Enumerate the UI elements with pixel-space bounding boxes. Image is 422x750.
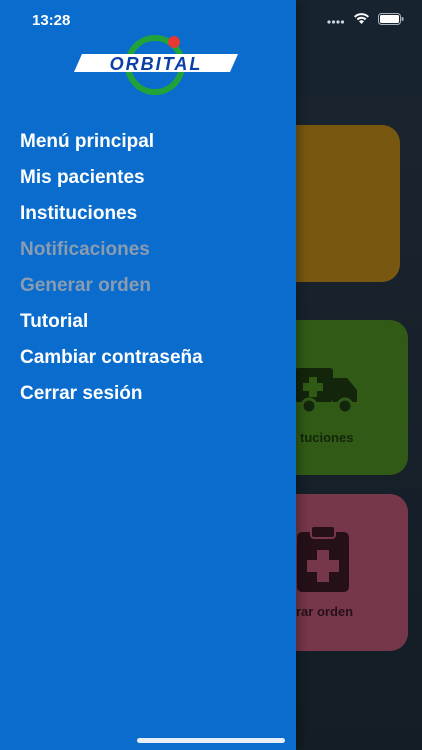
menu-item-tutorial[interactable]: Tutorial — [20, 308, 203, 344]
side-drawer: ORBITAL Menú principal Mis pacientes Ins… — [0, 0, 296, 750]
menu-item-menu-principal[interactable]: Menú principal — [20, 128, 203, 164]
home-indicator[interactable] — [137, 738, 285, 743]
menu-item-notificaciones: Notificaciones — [20, 239, 150, 260]
menu-item-cambiar-contrasena[interactable]: Cambiar contraseña — [20, 344, 203, 380]
menu-item-generar-orden: Generar orden — [20, 275, 151, 296]
drawer-menu: Menú principal Mis pacientes Institucion… — [20, 128, 203, 416]
menu-item-mis-pacientes[interactable]: Mis pacientes — [20, 164, 203, 200]
menu-item-cerrar-sesion[interactable]: Cerrar sesión — [20, 380, 203, 416]
status-time: 13:28 — [32, 12, 71, 29]
svg-text:ORBITAL: ORBITAL — [110, 54, 203, 74]
menu-item-instituciones[interactable]: Instituciones — [20, 200, 203, 236]
status-bar: 13:28 — [0, 0, 422, 40]
status-icons — [327, 13, 404, 25]
battery-icon — [378, 13, 404, 25]
orbital-logo: ORBITAL — [74, 35, 238, 95]
wifi-icon — [354, 13, 369, 24]
cellular-signal-icon — [327, 20, 345, 24]
